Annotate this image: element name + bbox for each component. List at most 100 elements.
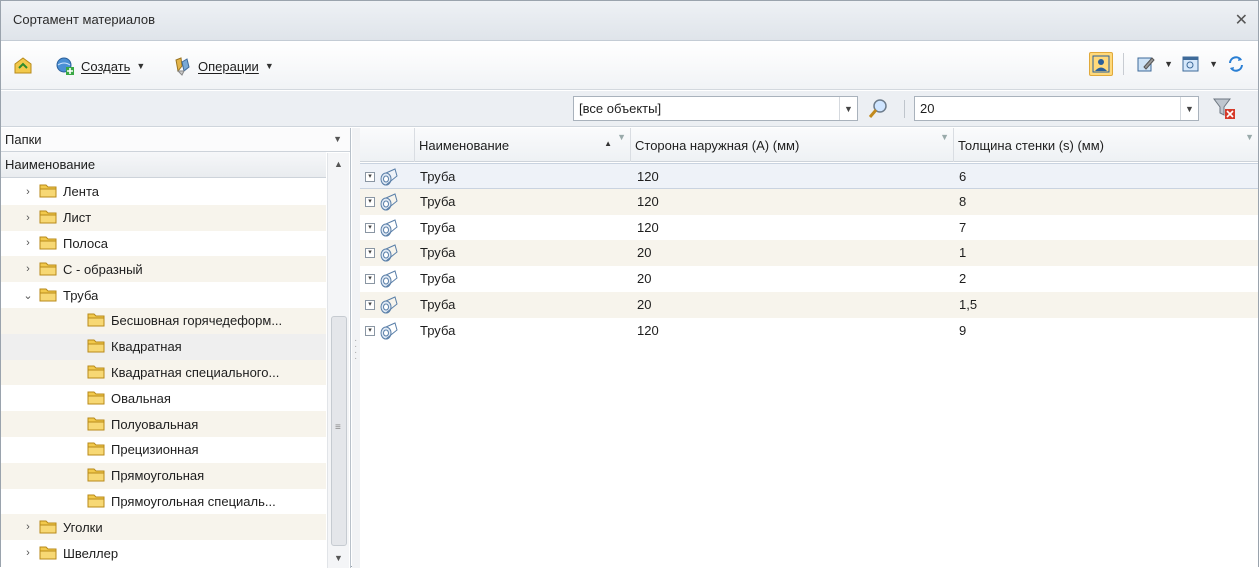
folder-item[interactable]: Прямоугольная специаль... bbox=[1, 489, 326, 515]
expand-row-icon[interactable]: ▾ bbox=[365, 274, 375, 285]
folder-label: Прямоугольная специаль... bbox=[111, 493, 276, 509]
folders-scrollbar[interactable]: ▲ ≡ ▼ bbox=[327, 153, 349, 568]
clear-filter-button[interactable] bbox=[1211, 95, 1237, 124]
user-filter-button[interactable] bbox=[1089, 52, 1114, 76]
view-button[interactable] bbox=[1179, 52, 1203, 76]
scope-select[interactable]: [все объекты] ▼ bbox=[573, 96, 858, 121]
table-row[interactable]: ▾ Труба 120 6 bbox=[360, 163, 1258, 189]
filter-icon[interactable]: ▼ bbox=[617, 132, 626, 142]
expand-row-icon[interactable]: ▾ bbox=[365, 172, 375, 182]
splitter-grip-icon: · · · · bbox=[354, 335, 358, 364]
chevron-right-icon[interactable]: › bbox=[21, 186, 35, 198]
table-row[interactable]: ▾ Труба 120 8 bbox=[360, 188, 1258, 215]
chevron-down-icon[interactable]: ▼ bbox=[333, 134, 342, 144]
sort-up-icon: ▲ bbox=[604, 139, 612, 148]
filter-icon[interactable]: ▼ bbox=[1245, 132, 1254, 142]
chevron-right-icon[interactable]: › bbox=[21, 547, 35, 559]
cell-side: 120 bbox=[637, 169, 659, 184]
folder-icon bbox=[87, 440, 105, 459]
edit-button[interactable] bbox=[1134, 52, 1158, 76]
folder-item[interactable]: Квадратная bbox=[1, 333, 326, 360]
chevron-down-icon[interactable]: ▼ bbox=[839, 97, 857, 120]
table-row[interactable]: ▾ Труба 120 7 bbox=[360, 215, 1258, 241]
chevron-down-icon[interactable]: ▼ bbox=[1180, 97, 1198, 120]
cell-side: 20 bbox=[637, 245, 652, 261]
search-button[interactable] bbox=[867, 98, 889, 123]
pipe-icon bbox=[380, 168, 398, 189]
expand-row-icon[interactable]: ▾ bbox=[365, 300, 375, 310]
cell-wall: 8 bbox=[959, 193, 967, 209]
folder-item[interactable]: Прямоугольная bbox=[1, 462, 326, 489]
grid-header: Наименование ▲ ▼ Сторона наружная (А) (м… bbox=[360, 128, 1258, 162]
folder-item[interactable]: › С - образный bbox=[1, 256, 326, 283]
close-icon[interactable]: ✕ bbox=[1235, 10, 1248, 30]
cell-name: Труба bbox=[420, 219, 456, 235]
expand-row-icon[interactable]: ▾ bbox=[365, 196, 375, 207]
cell-name: Труба bbox=[420, 271, 456, 287]
create-icon bbox=[56, 57, 74, 75]
folder-label: Полоса bbox=[63, 235, 108, 251]
pipe-icon bbox=[380, 296, 398, 317]
edit-icon bbox=[1137, 57, 1155, 72]
refresh-icon bbox=[1229, 56, 1243, 72]
folder-item[interactable]: Квадратная специального... bbox=[1, 359, 326, 386]
pipe-icon bbox=[380, 270, 398, 291]
table-row[interactable]: ▾ Труба 20 1,5 bbox=[360, 292, 1258, 318]
create-label: Создать bbox=[81, 58, 131, 74]
chevron-right-icon[interactable]: › bbox=[21, 212, 35, 224]
expand-row-icon[interactable]: ▾ bbox=[365, 222, 375, 233]
refresh-button[interactable] bbox=[1224, 52, 1248, 76]
folder-item[interactable]: Полуовальная bbox=[1, 411, 326, 437]
folders-header[interactable]: Папки ▼ bbox=[1, 128, 350, 152]
scope-select-value: [все объекты] bbox=[579, 101, 662, 116]
cell-wall: 9 bbox=[959, 322, 967, 338]
toolbar-divider bbox=[1123, 53, 1125, 75]
expand-row-icon[interactable]: ▾ bbox=[365, 325, 375, 336]
folder-item[interactable]: › Уголки bbox=[1, 514, 326, 541]
filter-icon[interactable]: ▼ bbox=[940, 132, 949, 142]
folder-item[interactable]: Овальная bbox=[1, 385, 326, 411]
folder-item[interactable]: Бесшовная горячедеформ... bbox=[1, 307, 326, 334]
cell-name: Труба bbox=[420, 245, 456, 261]
chevron-down-icon[interactable]: ▼ bbox=[1164, 59, 1173, 69]
table-row[interactable]: ▾ Труба 20 1 bbox=[360, 240, 1258, 267]
operations-button[interactable]: Операции ▼ bbox=[172, 53, 274, 79]
folder-icon bbox=[39, 518, 57, 537]
back-button[interactable] bbox=[13, 53, 33, 79]
folder-item[interactable]: › Лист bbox=[1, 204, 326, 231]
table-row[interactable]: ▾ Труба 20 2 bbox=[360, 266, 1258, 292]
folder-item[interactable]: ⌄ Труба bbox=[1, 282, 326, 308]
folders-column-header[interactable]: Наименование bbox=[1, 152, 326, 178]
folder-icon bbox=[39, 544, 57, 563]
folder-item[interactable]: › Полоса bbox=[1, 231, 326, 257]
column-header-name[interactable]: Наименование ▲ ▼ bbox=[415, 128, 631, 162]
column-header-wall[interactable]: Толщина стенки (s) (мм) ▼ bbox=[954, 128, 1258, 162]
folder-item[interactable]: Прецизионная bbox=[1, 437, 326, 463]
folder-icon bbox=[87, 415, 105, 434]
materials-grid: Наименование ▲ ▼ Сторона наружная (А) (м… bbox=[360, 128, 1258, 568]
cell-side: 120 bbox=[637, 193, 659, 209]
scroll-down-icon[interactable]: ▼ bbox=[334, 553, 343, 563]
chevron-down-icon[interactable]: ⌄ bbox=[21, 289, 35, 302]
folder-label: Овальная bbox=[111, 390, 171, 406]
back-icon bbox=[14, 57, 32, 74]
expand-row-icon[interactable]: ▾ bbox=[365, 248, 375, 259]
scroll-up-icon[interactable]: ▲ bbox=[334, 159, 343, 169]
query-input[interactable]: 20 ▼ bbox=[914, 96, 1199, 121]
chevron-down-icon[interactable]: ▼ bbox=[1209, 59, 1218, 69]
folder-icon bbox=[87, 466, 105, 485]
cell-side: 120 bbox=[637, 219, 659, 235]
table-row[interactable]: ▾ Труба 120 9 bbox=[360, 318, 1258, 344]
folder-label: Лист bbox=[63, 210, 92, 226]
column-header-label: Толщина стенки (s) (мм) bbox=[958, 137, 1105, 153]
create-button[interactable]: Создать ▼ bbox=[55, 53, 145, 79]
folder-item[interactable]: › Лента bbox=[1, 179, 326, 205]
chevron-right-icon[interactable]: › bbox=[21, 263, 35, 275]
pane-splitter[interactable]: · · · · bbox=[352, 128, 360, 568]
column-header-side[interactable]: Сторона наружная (А) (мм) ▼ bbox=[631, 128, 954, 162]
folder-icon bbox=[87, 363, 105, 382]
folder-item[interactable]: › Швеллер bbox=[1, 540, 326, 566]
chevron-right-icon[interactable]: › bbox=[21, 521, 35, 533]
folder-icon bbox=[87, 389, 105, 408]
chevron-right-icon[interactable]: › bbox=[21, 237, 35, 249]
